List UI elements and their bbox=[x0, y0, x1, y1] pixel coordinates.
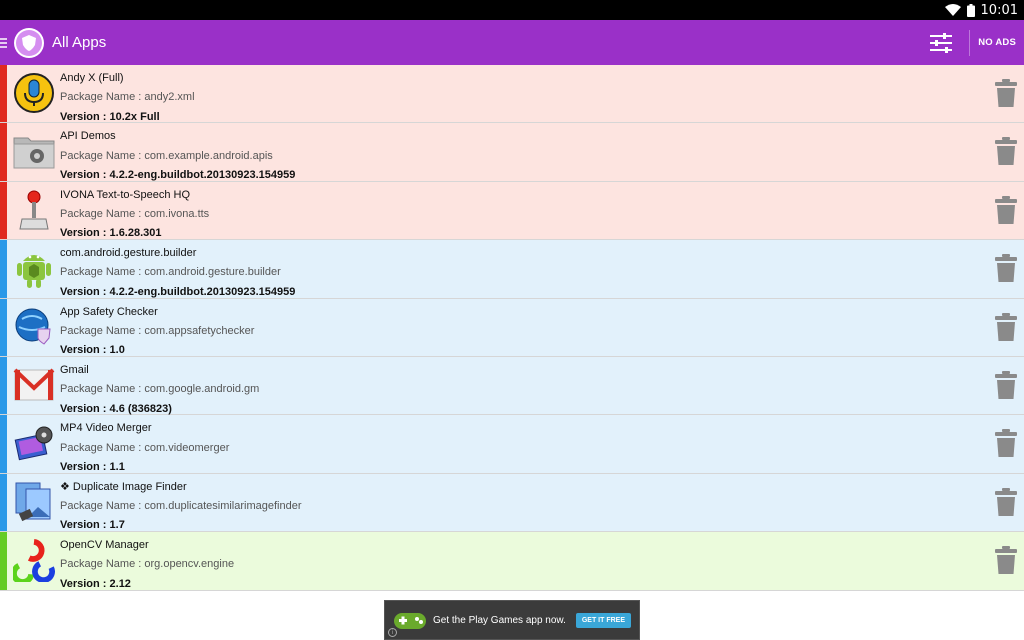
drawer-indicator-icon[interactable] bbox=[0, 37, 8, 48]
microphone-icon bbox=[13, 72, 55, 114]
app-name: App Safety Checker bbox=[60, 305, 158, 318]
app-row[interactable]: Gmail Package Name : com.google.android.g… bbox=[0, 356, 1024, 416]
ad-cta-button[interactable]: GET IT FREE bbox=[575, 612, 631, 628]
app-row[interactable]: MP4 Video Merger Package Name : com.video… bbox=[0, 415, 1024, 474]
package-name: Package Name : com.ivona.tts bbox=[60, 208, 210, 221]
gamepad-icon bbox=[394, 613, 426, 629]
action-bar: All Apps NO ADS bbox=[0, 20, 1024, 65]
ad-info-icon[interactable]: i bbox=[388, 628, 397, 637]
gear-folder-icon bbox=[13, 130, 55, 172]
app-name: com.android.gesture.builder bbox=[60, 247, 197, 260]
app-name: Andy X (Full) bbox=[60, 72, 124, 84]
app-logo[interactable] bbox=[14, 27, 44, 58]
sliders-icon bbox=[930, 32, 953, 53]
app-name: API Demos bbox=[60, 130, 116, 143]
package-name: Package Name : com.duplicatesimilarimage… bbox=[60, 500, 302, 513]
trash-icon[interactable] bbox=[995, 487, 1017, 516]
android-robot-icon bbox=[13, 247, 55, 289]
app-row[interactable]: OpenCV Manager Package Name : org.opencv.… bbox=[0, 532, 1024, 591]
battery-icon bbox=[966, 3, 975, 17]
globe-shield-icon bbox=[13, 306, 55, 348]
opencv-icon bbox=[13, 539, 55, 583]
trash-icon[interactable] bbox=[995, 254, 1017, 283]
category-stripe bbox=[0, 240, 7, 298]
trash-icon[interactable] bbox=[995, 79, 1017, 107]
package-name: Package Name : org.opencv.engine bbox=[60, 558, 235, 571]
app-name: Gmail bbox=[60, 363, 89, 376]
category-stripe bbox=[0, 356, 7, 415]
app-name: ❖ Duplicate Image Finder bbox=[60, 480, 187, 493]
app-row[interactable]: App Safety Checker Package Name : com.app… bbox=[0, 298, 1024, 357]
status-bar: 10:01 bbox=[0, 0, 1024, 20]
trash-icon[interactable] bbox=[995, 546, 1017, 575]
package-name: Package Name : com.google.android.gm bbox=[60, 383, 260, 396]
photos-icon bbox=[13, 481, 55, 523]
category-stripe bbox=[0, 298, 7, 356]
ad-banner[interactable]: Get the Play Games app now. GET IT FREE … bbox=[384, 600, 640, 640]
package-name: Package Name : andy2.xml bbox=[60, 91, 195, 104]
app-list: Andy X (Full) Package Name : andy2.xml Ver… bbox=[0, 65, 1024, 591]
joystick-icon bbox=[13, 189, 55, 231]
app-row[interactable]: API Demos Package Name : com.example.andr… bbox=[0, 123, 1024, 182]
category-stripe bbox=[0, 65, 7, 123]
trash-icon[interactable] bbox=[995, 137, 1017, 166]
page-title: All Apps bbox=[52, 34, 107, 51]
app-row[interactable]: ❖ Duplicate Image Finder Package Name : c… bbox=[0, 473, 1024, 533]
category-stripe bbox=[0, 415, 7, 473]
package-name: Package Name : com.appsafetychecker bbox=[60, 324, 255, 337]
app-name: MP4 Video Merger bbox=[60, 422, 152, 435]
app-row[interactable]: com.android.gesture.builder Package Name … bbox=[0, 240, 1024, 299]
app-row[interactable]: Andy X (Full) Package Name : andy2.xml Ver… bbox=[0, 65, 1024, 124]
gmail-icon bbox=[13, 364, 55, 406]
app-name: IVONA Text-to-Speech HQ bbox=[60, 188, 191, 201]
action-divider bbox=[969, 29, 971, 56]
app-row[interactable]: IVONA Text-to-Speech HQ Package Name : co… bbox=[0, 181, 1024, 241]
app-version: Version : 2.12 bbox=[60, 577, 131, 590]
package-name: Package Name : com.videomerger bbox=[60, 441, 230, 454]
category-stripe bbox=[0, 532, 7, 590]
app-name: OpenCV Manager bbox=[60, 539, 149, 552]
film-reel-icon bbox=[13, 422, 55, 464]
trash-icon[interactable] bbox=[995, 429, 1017, 458]
category-stripe bbox=[0, 473, 7, 532]
category-stripe bbox=[0, 181, 7, 240]
package-name: Package Name : com.example.android.apis bbox=[60, 149, 273, 162]
filter-button[interactable] bbox=[917, 20, 965, 65]
shield-icon bbox=[22, 34, 36, 51]
trash-icon[interactable] bbox=[995, 312, 1017, 341]
package-name: Package Name : com.android.gesture.build… bbox=[60, 266, 281, 279]
category-stripe bbox=[0, 123, 7, 181]
trash-icon[interactable] bbox=[995, 370, 1017, 399]
wifi-icon bbox=[944, 4, 961, 16]
clock: 10:01 bbox=[980, 2, 1018, 18]
no-ads-button[interactable]: NO ADS bbox=[974, 37, 1024, 48]
ad-text: Get the Play Games app now. bbox=[433, 614, 566, 626]
trash-icon[interactable] bbox=[995, 195, 1017, 224]
